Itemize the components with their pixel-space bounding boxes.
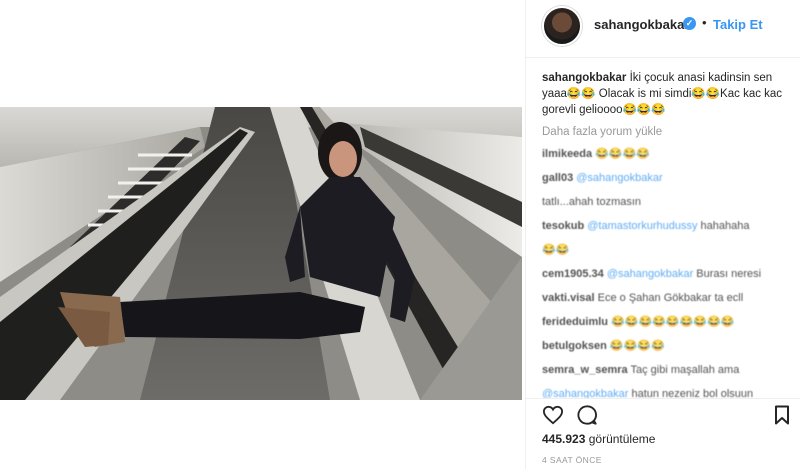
comment-username[interactable]: betulgoksen (542, 340, 607, 352)
caption-username[interactable]: sahangokbakar (542, 72, 626, 84)
action-bar (526, 398, 800, 428)
caption-line-2: yaaa😂😂 Olacak is mi simdi😂😂Kac kac kac (542, 88, 783, 100)
bookmark-icon[interactable] (774, 405, 790, 425)
post-caption: sahangokbakar İki çocuk anasi kadinsin s… (542, 70, 785, 118)
view-count: 445.923 görüntüleme (542, 432, 655, 446)
comment-item: ferideduimlu 😂😂😂😂😂😂😂😂😂 (542, 315, 785, 330)
comment-text: Taç gibi maşallah ama (630, 364, 740, 376)
comment-mention[interactable]: @sahangokbakar (542, 388, 628, 398)
load-more-comments-button[interactable]: Daha fazla yorum yükle (542, 126, 785, 138)
comment-username[interactable]: ferideduimlu (542, 316, 608, 328)
view-count-number: 445.923 (542, 432, 586, 446)
comment-text: 😂😂😂😂 (595, 148, 650, 160)
comment-item: betulgoksen 😂😂😂😂 (542, 339, 785, 354)
comment-username[interactable]: gall03 (542, 172, 573, 184)
heart-icon[interactable] (542, 405, 564, 425)
comment-mention[interactable]: @sahangokbakar (607, 268, 693, 280)
comment-text: 😂😂 (542, 244, 570, 256)
escalator-scene-image (0, 107, 522, 400)
comment-item: 😂😂 (542, 243, 785, 258)
comment-item: cem1905.34 @sahangokbakar Burası neresi (542, 267, 785, 282)
comment-item: semra_w_semra Taç gibi maşallah ama (542, 363, 785, 378)
comment-text: Ece o Şahan Gökbakar ta ecll (597, 292, 744, 304)
comment-item: ilmikeeda 😂😂😂😂 (542, 147, 785, 162)
comment-username[interactable]: cem1905.34 (542, 268, 604, 280)
caption-line-1: İki çocuk anasi kadinsin sen (629, 72, 773, 84)
post-video[interactable] (0, 107, 522, 400)
avatar[interactable] (542, 6, 582, 46)
verified-badge-icon: ✓ (683, 17, 696, 30)
comment-item: tatlı...ahah tozmasın (542, 195, 785, 210)
view-count-label: görüntüleme (588, 432, 656, 446)
media-area (0, 0, 525, 469)
comment-text: tatlı...ahah tozmasın (542, 196, 642, 208)
post-timestamp: 4 SAAT ÖNCE (542, 455, 602, 465)
post-sidebar: sahangokbakar ✓ • Takip Et sahangokbakar… (525, 0, 800, 469)
comment-username[interactable]: ilmikeeda (542, 148, 592, 160)
comment-username[interactable]: vakti.visal (542, 292, 595, 304)
comments-list[interactable]: sahangokbakar İki çocuk anasi kadinsin s… (526, 58, 800, 398)
comment-mention[interactable]: @sahangokbakar (576, 172, 662, 184)
post-header: sahangokbakar ✓ • Takip Et (526, 0, 800, 58)
comment-item: gall03 @sahangokbakar (542, 171, 785, 186)
comment-text: Burası neresi (696, 268, 762, 280)
separator-dot: • (702, 15, 707, 30)
comment-item: vakti.visal Ece o Şahan Gökbakar ta ecll (542, 291, 785, 306)
caption-line-3: gorevli gelioooo😂😂😂 (542, 104, 666, 116)
comment-text: hatun nezeniz bol olsuun (631, 388, 754, 398)
comment-username[interactable]: tesokub (542, 220, 584, 232)
comment-mention[interactable]: @tamastorkurhudussy (587, 220, 697, 232)
comment-text: hahahaha (700, 220, 750, 232)
comment-text: 😂😂😂😂 (609, 340, 665, 352)
follow-button[interactable]: Takip Et (713, 17, 763, 32)
comment-rows: ilmikeeda 😂😂😂😂 gall03 @sahangokbakar tatl… (542, 147, 785, 398)
comment-item: @sahangokbakar hatun nezeniz bol olsuun (542, 387, 785, 398)
comment-item: tesokub @tamastorkurhudussy hahahaha (542, 219, 785, 234)
post-author-username[interactable]: sahangokbakar (594, 17, 689, 32)
comment-text: 😂😂😂😂😂😂😂😂😂 (611, 316, 735, 328)
comment-icon[interactable] (576, 404, 598, 426)
comment-username[interactable]: semra_w_semra (542, 364, 628, 376)
